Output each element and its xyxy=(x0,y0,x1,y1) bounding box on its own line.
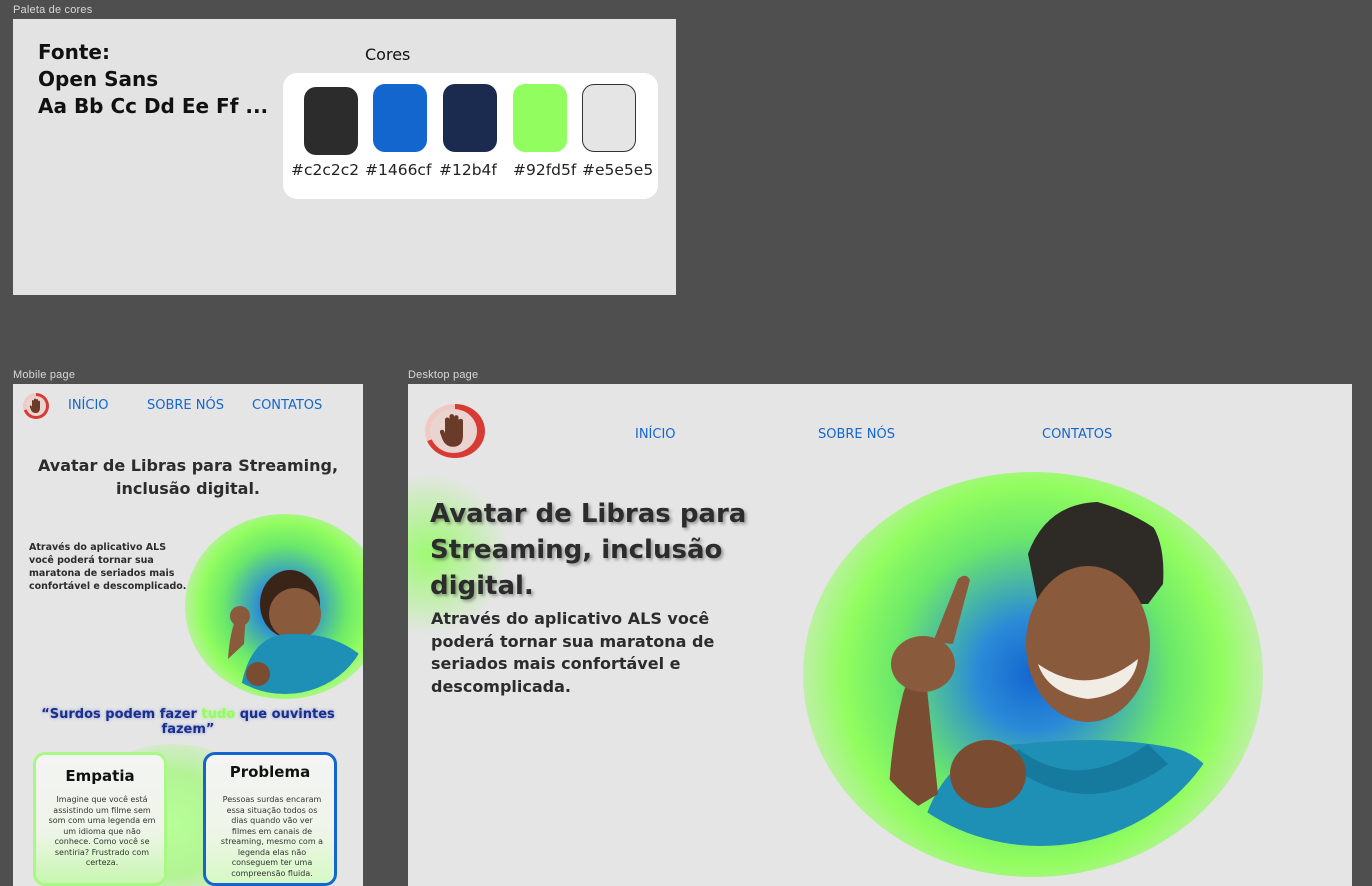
swatch-hex-3: #12b4f xyxy=(439,161,497,179)
card-problem-text: Pessoas surdas encaram essa situação tod… xyxy=(220,795,324,878)
font-info: Fonte: Open Sans Aa Bb Cc Dd Ee Ff ... xyxy=(38,39,268,120)
desktop-page-frame[interactable]: INÍCIO SOBRE NÓS CONTATOS Avatar de Libr… xyxy=(408,384,1352,886)
swatch-green[interactable] xyxy=(513,84,567,152)
hand-icon xyxy=(26,396,46,416)
swatch-card: #c2c2c2 #1466cf #12b4f #92fd5f #e5e5e5 xyxy=(283,73,658,199)
hero-title: Avatar de Libras para Streaming, inclusã… xyxy=(37,456,339,498)
nav-contacts[interactable]: CONTATOS xyxy=(252,398,322,413)
nav-about[interactable]: SOBRE NÓS xyxy=(818,427,895,442)
quote-part-1: “Surdos podem fazer xyxy=(41,707,202,722)
swatch-navy[interactable] xyxy=(443,84,497,152)
card-empathy-title: Empatia xyxy=(65,767,135,785)
font-name: Open Sans xyxy=(38,67,159,91)
desktop-frame-label[interactable]: Desktop page xyxy=(408,369,478,381)
nav-about[interactable]: SOBRE NÓS xyxy=(147,398,224,413)
nav-home[interactable]: INÍCIO xyxy=(635,427,676,442)
hand-icon xyxy=(430,409,477,453)
card-problem[interactable]: Problema Pessoas surdas encaram essa sit… xyxy=(203,752,337,886)
card-empathy[interactable]: Empatia Imagine que você está assistindo… xyxy=(33,752,167,886)
logo[interactable] xyxy=(425,404,485,458)
font-heading: Fonte: xyxy=(38,40,110,64)
mobile-frame-label[interactable]: Mobile page xyxy=(13,369,75,381)
quote-part-2: tudo xyxy=(201,707,236,722)
hero-title: Avatar de Libras para Streaming, inclusã… xyxy=(430,499,747,601)
swatch-dark[interactable] xyxy=(304,87,358,155)
colors-title: Cores xyxy=(365,45,411,64)
swatch-hex-5: #e5e5e5 xyxy=(582,161,654,179)
hero-photo xyxy=(200,534,363,694)
swatch-blue[interactable] xyxy=(373,84,427,152)
hero-description: Através do aplicativo ALS você poderá to… xyxy=(431,609,715,696)
swatch-hex-2: #1466cf xyxy=(365,161,432,179)
hero-description: Através do aplicativo ALS você poderá to… xyxy=(29,542,187,592)
swatch-hex-1: #c2c2c2 xyxy=(291,161,360,179)
font-sample: Aa Bb Cc Dd Ee Ff ... xyxy=(38,94,269,118)
swatch-light[interactable] xyxy=(582,84,636,152)
quote: “Surdos podem fazer tudo que ouvintes fa… xyxy=(13,707,363,737)
nav-contacts[interactable]: CONTATOS xyxy=(1042,427,1112,442)
card-problem-title: Problema xyxy=(229,763,311,781)
palette-frame-label[interactable]: Paleta de cores xyxy=(13,4,92,16)
logo[interactable] xyxy=(23,393,49,419)
hero-photo xyxy=(848,494,1233,846)
palette-frame[interactable]: Fonte: Open Sans Aa Bb Cc Dd Ee Ff ... C… xyxy=(13,19,676,295)
card-empathy-text: Imagine que você está assistindo um film… xyxy=(48,795,156,867)
mobile-page-frame[interactable]: INÍCIO SOBRE NÓS CONTATOS Avatar de Libr… xyxy=(13,384,363,886)
swatch-hex-4: #92fd5f xyxy=(513,161,577,179)
nav-home[interactable]: INÍCIO xyxy=(68,398,109,413)
